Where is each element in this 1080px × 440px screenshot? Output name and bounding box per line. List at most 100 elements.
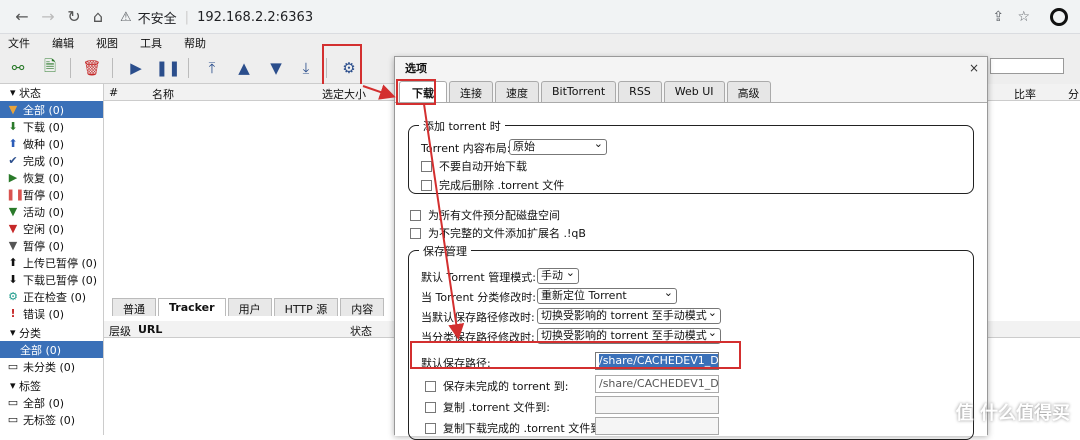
col-extra[interactable]: 分 xyxy=(1068,86,1079,102)
append-ext-label: 为不完整的文件添加扩展名 .!qB xyxy=(428,227,586,240)
move-top-icon[interactable]: ⤒ xyxy=(202,58,222,78)
sidebar-item-seeding[interactable]: ⬆ 做种 (0) xyxy=(0,135,103,152)
category-header-label: 分类 xyxy=(19,326,42,340)
tab-advanced[interactable]: 高级 xyxy=(726,81,771,102)
reload-icon[interactable]: ↻ xyxy=(64,7,84,26)
sidebar-item-errored[interactable]: ! 错误 (0) xyxy=(0,305,103,322)
sidebar-item-completed[interactable]: ✔ 完成 (0) xyxy=(0,152,103,169)
status-header[interactable]: ▾ 状态 xyxy=(0,84,103,101)
forward-icon[interactable]: → xyxy=(38,7,58,26)
copy-torrent-input[interactable] xyxy=(595,396,719,414)
incomplete-checkbox[interactable] xyxy=(425,380,436,392)
tab-rss[interactable]: RSS xyxy=(618,81,662,102)
col-number[interactable]: # xyxy=(109,86,118,99)
copy-torrent-row[interactable]: 复制 .torrent 文件到: xyxy=(425,399,550,415)
tab-http-sources[interactable]: HTTP 源 xyxy=(273,298,339,316)
no-autostart-row[interactable]: 不要自动开始下载 xyxy=(421,158,527,174)
add-file-icon[interactable]: 🗎 xyxy=(40,57,60,78)
cat-changed-select[interactable]: 重新定位 Torrent xyxy=(537,286,677,304)
incomplete-row[interactable]: 保存未完成的 torrent 到: xyxy=(425,378,568,394)
prealloc-row[interactable]: 为所有文件预分配磁盘空间 xyxy=(410,207,560,223)
col-ratio[interactable]: 比率 xyxy=(1014,86,1036,102)
tab-content[interactable]: 内容 xyxy=(340,298,385,316)
copy-finished-input[interactable] xyxy=(595,417,719,435)
browser-chrome: ← → ↻ ⌂ ⚠ 不安全 | 192.168.2.2:6363 ⇪ ☆ xyxy=(0,0,1080,34)
col-size[interactable]: 选定大小 xyxy=(322,86,366,102)
sidebar-item-downloading[interactable]: ⬇ 下载 (0) xyxy=(0,118,103,135)
sidebar-item-label: 全部 (0) xyxy=(23,103,65,117)
profile-icon[interactable] xyxy=(1050,8,1068,26)
add-link-icon[interactable]: ⚯ xyxy=(8,58,28,78)
append-ext-checkbox[interactable] xyxy=(410,227,421,239)
tab-bittorrent[interactable]: BitTorrent xyxy=(541,81,617,102)
up-arrow-icon: ⬆ xyxy=(8,256,18,269)
tab-general[interactable]: 普通 xyxy=(112,298,156,316)
move-bottom-icon[interactable]: ⤓ xyxy=(296,58,316,78)
resume-icon[interactable]: ▶ xyxy=(126,58,146,78)
move-down-icon[interactable]: ▼ xyxy=(266,58,286,78)
tab-peers[interactable]: 用户 xyxy=(227,298,272,316)
layout-select[interactable]: 原始 xyxy=(509,137,607,155)
category-header[interactable]: ▾ 分类 xyxy=(0,324,103,341)
tag-header[interactable]: ▾ 标签 xyxy=(0,377,103,394)
sidebar-item-active[interactable]: ▼ 活动 (0) xyxy=(0,203,103,220)
save-management-legend: 保存管理 xyxy=(419,243,471,259)
copy-finished-checkbox[interactable] xyxy=(425,422,436,434)
share-star-icons[interactable]: ⇪ ☆ xyxy=(992,9,1030,25)
menu-view[interactable]: 视图 xyxy=(96,35,118,51)
menu-tools[interactable]: 工具 xyxy=(140,35,162,51)
incomplete-path-input[interactable]: /share/CACHEDEV1_D xyxy=(595,375,719,393)
back-icon[interactable]: ← xyxy=(12,7,32,26)
tab-webui[interactable]: Web UI xyxy=(663,81,725,102)
menu-file[interactable]: 文件 xyxy=(8,35,30,51)
delete-torrent-row[interactable]: 完成后删除 .torrent 文件 xyxy=(421,177,564,193)
tab-connection[interactable]: 连接 xyxy=(449,81,493,102)
sidebar-item-label: 做种 (0) xyxy=(23,137,65,151)
copy-finished-row[interactable]: 复制下载完成的 .torrent 文件到: xyxy=(425,420,605,436)
default-path-changed-select[interactable]: 切换受影响的 torrent 至手动模式 xyxy=(537,306,721,324)
delete-icon[interactable]: 🗑 xyxy=(82,58,102,78)
sidebar-item-label: 下载 (0) xyxy=(23,120,65,134)
home-icon[interactable]: ⌂ xyxy=(88,7,108,26)
category-item-all[interactable]: 全部 (0) xyxy=(0,341,103,358)
menu-edit[interactable]: 编辑 xyxy=(52,35,74,51)
toolbar-divider xyxy=(188,58,189,78)
filter-icon: ▼ xyxy=(8,222,18,235)
sidebar-item-paused[interactable]: ❚❚ 暂停 (0) xyxy=(0,186,103,203)
watermark: 值 什么值得买 xyxy=(955,403,1070,424)
col-status[interactable]: 状态 xyxy=(350,323,372,339)
sidebar-item-upload-paused[interactable]: ⬆ 上传已暂停 (0) xyxy=(0,254,103,271)
down-arrow-icon: ⬇ xyxy=(8,273,18,286)
mode-select[interactable]: 手动 xyxy=(537,266,579,284)
tag-item-label: 无标签 (0) xyxy=(23,413,76,427)
sidebar-item-checking[interactable]: ⚙ 正在检查 (0) xyxy=(0,288,103,305)
menu-help[interactable]: 帮助 xyxy=(184,35,206,51)
prealloc-checkbox[interactable] xyxy=(410,209,421,221)
highlight-default-path xyxy=(410,341,741,369)
sidebar-item-stalled[interactable]: ▼ 暂停 (0) xyxy=(0,237,103,254)
copy-torrent-checkbox[interactable] xyxy=(425,401,436,413)
sidebar-item-download-paused[interactable]: ⬇ 下载已暂停 (0) xyxy=(0,271,103,288)
tag-item-all[interactable]: ▭ 全部 (0) xyxy=(0,394,103,411)
address-bar[interactable]: ⚠ 不安全 | 192.168.2.2:6363 ⇪ ☆ xyxy=(112,5,1042,29)
category-item-uncategorized[interactable]: ▭ 未分类 (0) xyxy=(0,358,103,375)
sidebar-item-inactive[interactable]: ▼ 空闲 (0) xyxy=(0,220,103,237)
insecure-label: 不安全 xyxy=(137,11,177,27)
close-icon[interactable]: × xyxy=(969,61,979,75)
highlight-downloads-tab xyxy=(396,79,436,105)
sidebar-item-all[interactable]: ▼ 全部 (0) xyxy=(0,101,103,118)
search-input[interactable] xyxy=(990,58,1064,74)
pause-icon[interactable]: ❚❚ xyxy=(155,58,180,78)
tab-tracker[interactable]: Tracker xyxy=(158,298,226,316)
col-tier[interactable]: 层级 xyxy=(109,323,131,339)
tag-item-untagged[interactable]: ▭ 无标签 (0) xyxy=(0,411,103,428)
filter-icon: ▼ xyxy=(8,205,18,218)
append-ext-row[interactable]: 为不完整的文件添加扩展名 .!qB xyxy=(410,225,586,241)
col-url[interactable]: URL xyxy=(138,323,162,336)
no-autostart-checkbox[interactable] xyxy=(421,160,432,172)
move-up-icon[interactable]: ▲ xyxy=(234,58,254,78)
delete-torrent-checkbox[interactable] xyxy=(421,179,432,191)
col-name[interactable]: 名称 xyxy=(152,86,174,102)
sidebar-item-resumed[interactable]: ▶ 恢复 (0) xyxy=(0,169,103,186)
tab-speed[interactable]: 速度 xyxy=(495,81,539,102)
